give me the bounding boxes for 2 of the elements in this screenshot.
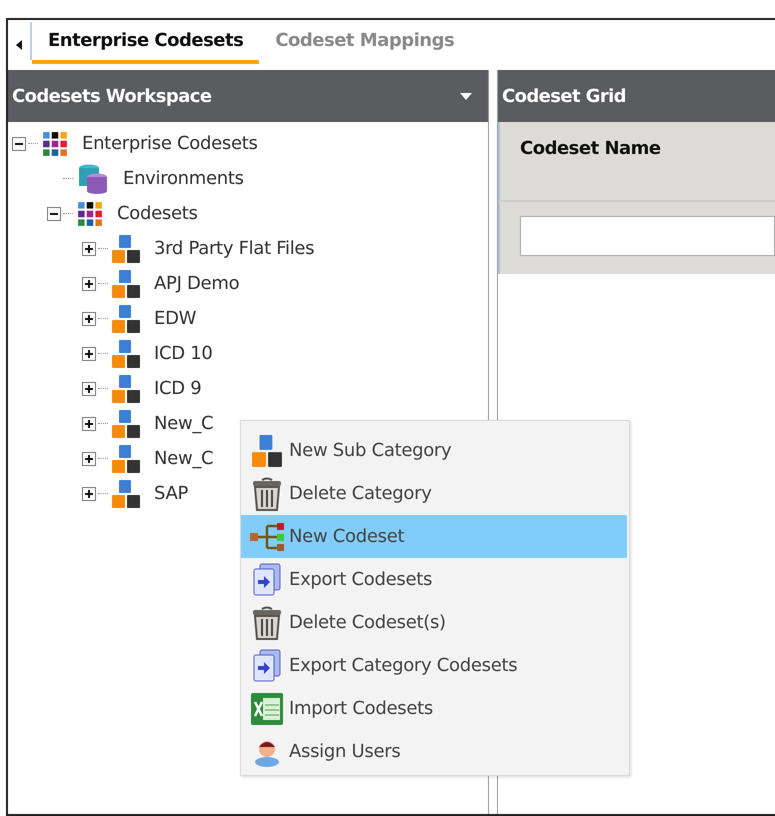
panel-title: Codeset Grid [502, 86, 626, 106]
panel-title: Codesets Workspace [12, 86, 212, 106]
